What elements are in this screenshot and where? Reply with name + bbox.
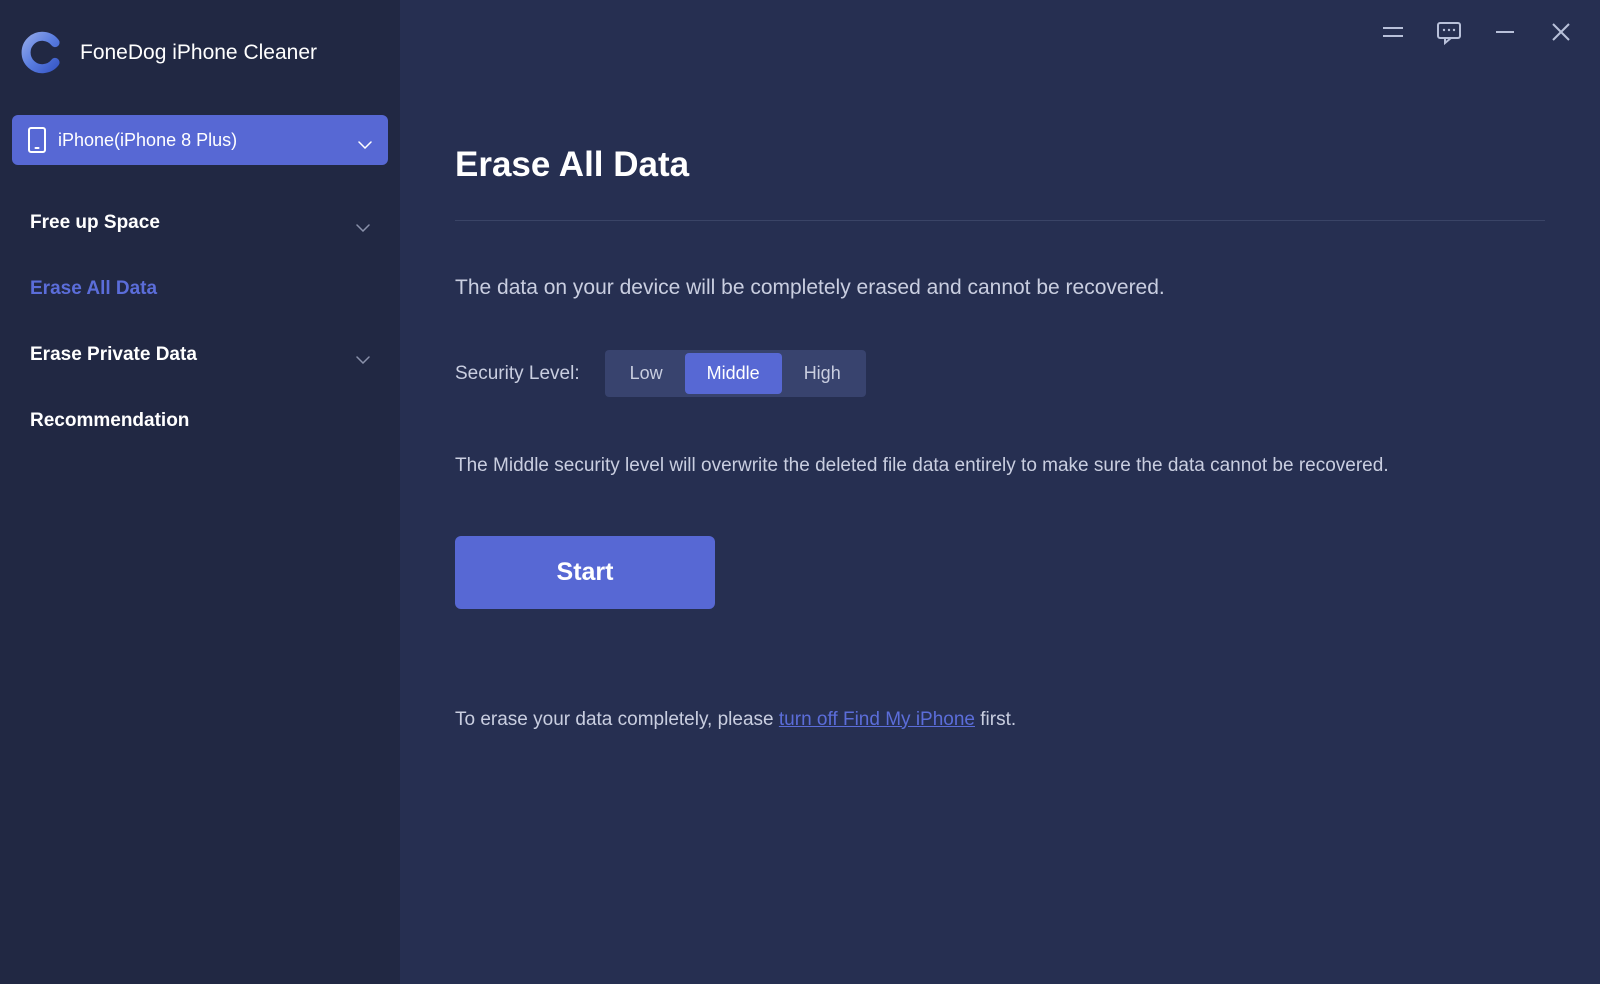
device-selector[interactable]: iPhone(iPhone 8 Plus) [12, 115, 388, 165]
security-level-middle[interactable]: Middle [685, 353, 782, 394]
sidebar-item-label: Free up Space [30, 212, 160, 234]
sidebar-item-recommendation[interactable]: Recommendation [0, 388, 400, 454]
security-level-label: Security Level: [455, 363, 580, 385]
chevron-down-icon [356, 219, 370, 227]
note-prefix: To erase your data completely, please [455, 709, 779, 730]
sidebar-item-label: Erase Private Data [30, 344, 197, 366]
menu-icon[interactable] [1379, 18, 1407, 46]
note-suffix: first. [975, 709, 1016, 730]
security-level-group: Low Middle High [605, 350, 866, 397]
sidebar-item-label: Erase All Data [30, 278, 157, 300]
close-icon[interactable] [1547, 18, 1575, 46]
app-logo-section: FoneDog iPhone Cleaner [0, 30, 400, 115]
minimize-icon[interactable] [1491, 18, 1519, 46]
sidebar-item-label: Recommendation [30, 410, 189, 432]
app-title: FoneDog iPhone Cleaner [80, 41, 317, 65]
phone-icon [28, 127, 46, 153]
warning-text: The data on your device will be complete… [455, 276, 1545, 300]
device-selector-label: iPhone(iPhone 8 Plus) [58, 130, 358, 151]
security-level-high[interactable]: High [782, 353, 863, 394]
feedback-icon[interactable] [1435, 18, 1463, 46]
sidebar-item-erase-private-data[interactable]: Erase Private Data [0, 322, 400, 388]
security-level-row: Security Level: Low Middle High [455, 350, 1545, 397]
sidebar-item-free-up-space[interactable]: Free up Space [0, 190, 400, 256]
chevron-down-icon [356, 351, 370, 359]
start-button[interactable]: Start [455, 536, 715, 609]
find-my-iphone-note: To erase your data completely, please tu… [455, 709, 1545, 731]
app-logo-icon [20, 30, 65, 75]
page-title: Erase All Data [455, 145, 1545, 221]
turn-off-find-my-iphone-link[interactable]: turn off Find My iPhone [779, 709, 975, 730]
security-level-low[interactable]: Low [608, 353, 685, 394]
security-level-description: The Middle security level will overwrite… [455, 452, 1545, 481]
sidebar-item-erase-all-data[interactable]: Erase All Data [0, 256, 400, 322]
main-area: Erase All Data The data on your device w… [400, 0, 1600, 984]
sidebar: FoneDog iPhone Cleaner iPhone(iPhone 8 P… [0, 0, 400, 984]
titlebar-controls [1379, 18, 1575, 46]
chevron-down-icon [358, 136, 372, 144]
content-area: Erase All Data The data on your device w… [400, 0, 1600, 731]
